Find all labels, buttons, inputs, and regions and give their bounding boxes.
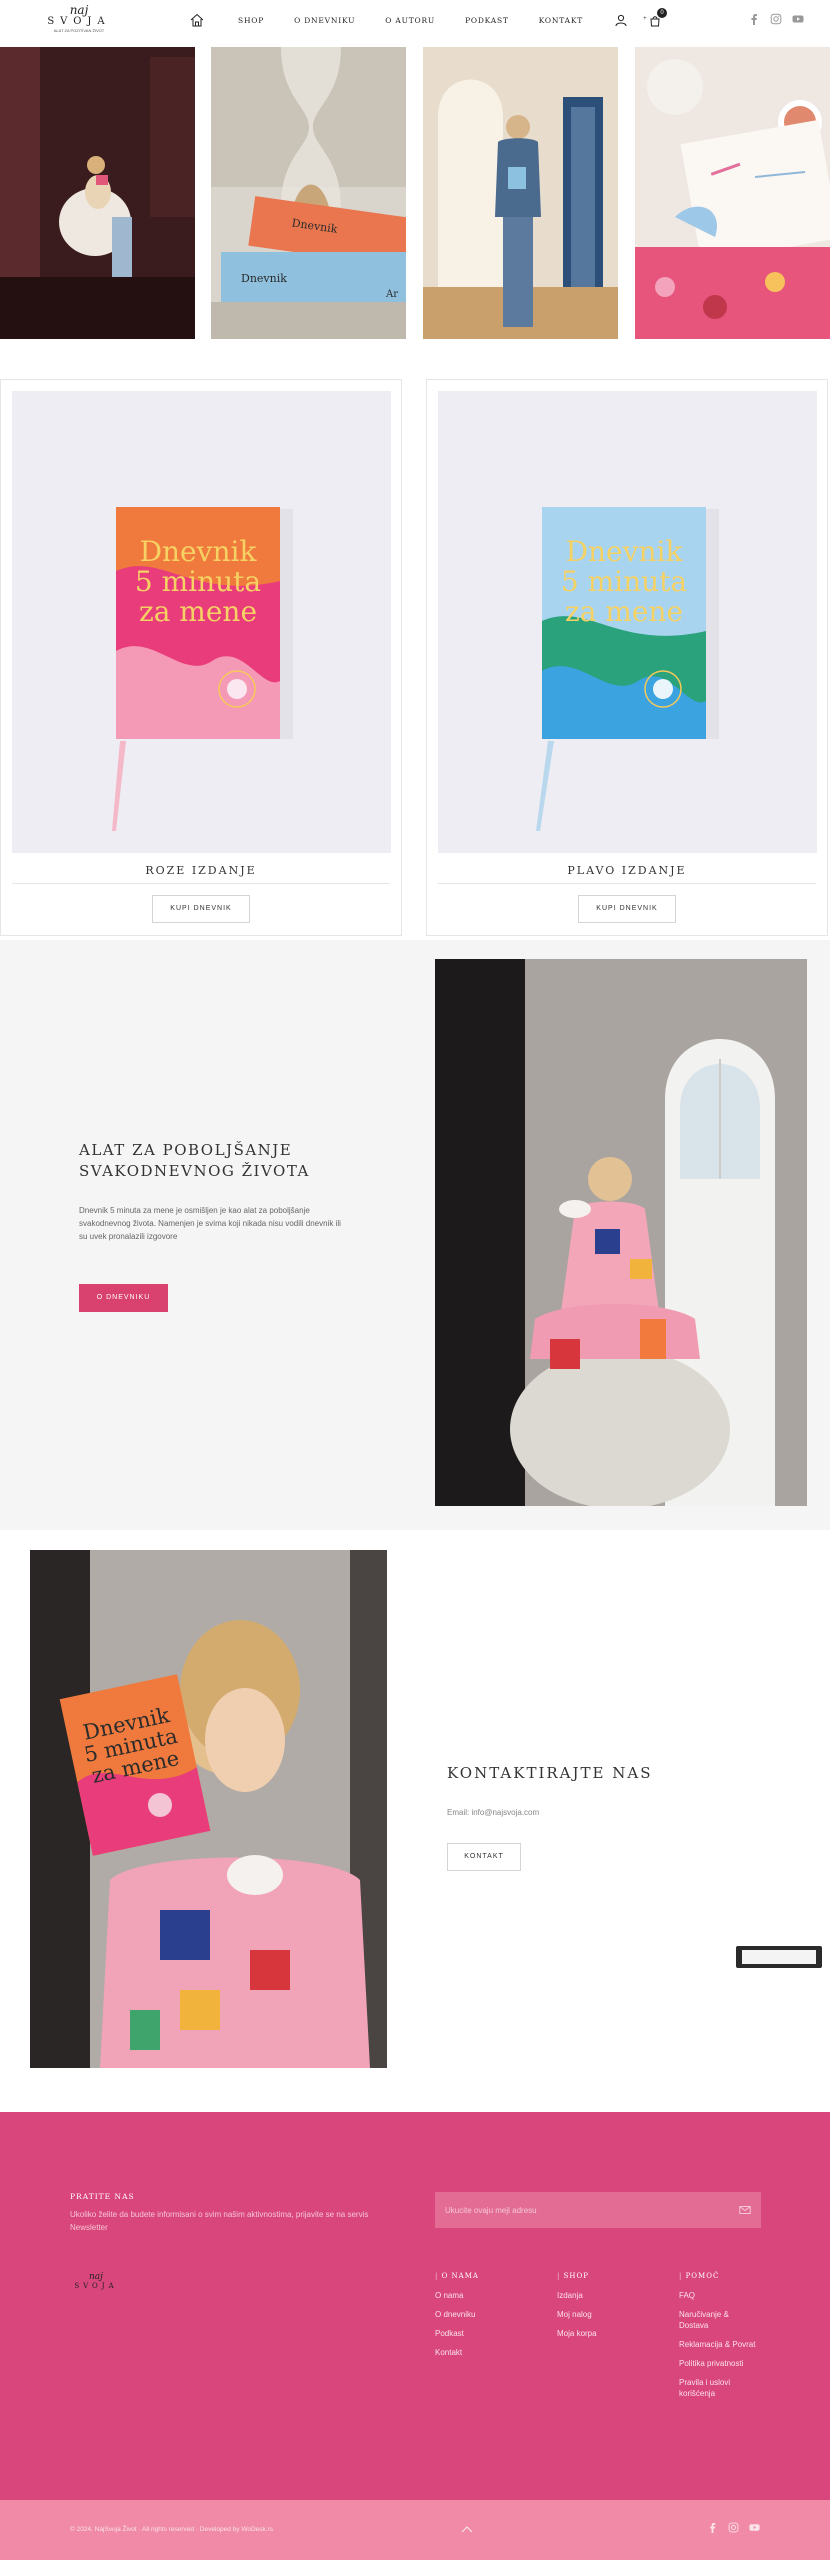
book-title-roze-3: za mene xyxy=(139,595,257,628)
footer-link-o-dnevniku[interactable]: O dnevniku xyxy=(435,2309,515,2320)
youtube-icon[interactable] xyxy=(792,13,804,25)
footer-link-izdanja[interactable]: Izdanja xyxy=(557,2290,637,2301)
strip-photo-1 xyxy=(0,47,195,339)
product-divider xyxy=(438,883,816,884)
kontakt-button[interactable]: KONTAKT xyxy=(447,1843,521,1871)
instagram-icon[interactable] xyxy=(770,13,782,25)
envelope-icon[interactable] xyxy=(739,2204,751,2216)
site-footer: PRATITE NAS Ukoliko želite da budete inf… xyxy=(0,2112,830,2500)
site-header: naj SVOJA ALAT ZA POZITIVAN ŽIVOT SHOP O… xyxy=(0,0,830,46)
footer-follow-description: Ukoliko želite da budete informisani o s… xyxy=(70,2210,369,2232)
chevron-up-icon[interactable] xyxy=(461,2524,473,2534)
buy-button-roze[interactable]: KUPI DNEVNIK xyxy=(152,895,250,923)
footer-link-kontakt[interactable]: Kontakt xyxy=(435,2347,515,2358)
product-card-roze: Dnevnik 5 minuta za mene ROZE IZDANJE KU… xyxy=(0,379,402,936)
buy-button-plavo[interactable]: KUPI DNEVNIK xyxy=(578,895,676,923)
preview-widget[interactable] xyxy=(736,1946,822,1968)
footer-link-reklamacija[interactable]: Reklamacija & Povrat xyxy=(679,2339,759,2350)
product-divider xyxy=(12,883,390,884)
footer-link-faq[interactable]: FAQ xyxy=(679,2290,759,2301)
preview-screen xyxy=(742,1950,816,1964)
main-nav: SHOP O DNEVNIKU O AUTORU PODKAST KONTAKT… xyxy=(190,0,668,40)
footer-link-politika[interactable]: Politika privatnosti xyxy=(679,2358,759,2369)
footer-link-moja-korpa[interactable]: Moja korpa xyxy=(557,2328,637,2339)
contact-email[interactable]: Email: info@najsvoja.com xyxy=(447,1808,539,1817)
nav-o-dnevniku[interactable]: O DNEVNIKU xyxy=(294,16,355,25)
contact-photo: Dnevnik 5 minuta za mene xyxy=(30,1550,387,2068)
strip-photo-3 xyxy=(423,47,618,339)
o-dnevniku-button[interactable]: O DNEVNIKU xyxy=(79,1284,168,1312)
youtube-icon[interactable] xyxy=(749,2522,760,2533)
home-icon[interactable] xyxy=(190,13,204,27)
feature-title: ALAT ZA POBOLJŠANJE SVAKODNEVNOG ŽIVOTA xyxy=(79,1141,310,1180)
strip-photo-4 xyxy=(635,47,830,339)
footer-link-o-nama[interactable]: O nama xyxy=(435,2290,515,2301)
footer-col-pomoc: POMOĆ FAQ Naručivanje & Dostava Reklamac… xyxy=(679,2272,759,2407)
facebook-icon[interactable] xyxy=(748,13,760,25)
strip-photo-2: Dnevnik Dnevnik Ar xyxy=(211,47,406,339)
contact-title: KONTAKTIRAJTE NAS xyxy=(447,1764,653,1782)
footer-col-title: SHOP xyxy=(557,2272,637,2280)
cart-count-badge: 0 xyxy=(657,8,668,18)
copyright-text: © 2024. NajSvoja Život · All rights rese… xyxy=(70,2526,274,2533)
footer-link-pravila[interactable]: Pravila i uslovi korišćenja xyxy=(679,2377,759,2399)
footer-bottom-bar: © 2024. NajSvoja Život · All rights rese… xyxy=(0,2500,830,2560)
book-title-plavo-2: 5 minuta xyxy=(561,565,687,598)
product-image-roze[interactable]: Dnevnik 5 minuta za mene xyxy=(12,391,391,853)
cart-button[interactable]: + 0 xyxy=(643,8,668,27)
feature-section: ALAT ZA POBOLJŠANJE SVAKODNEVNOG ŽIVOTA … xyxy=(0,940,830,1530)
feature-description: Dnevnik 5 minuta za mene je osmišljen je… xyxy=(79,1206,341,1241)
product-image-plavo[interactable]: Dnevnik 5 minuta za mene xyxy=(438,391,817,853)
footer-link-moj-nalog[interactable]: Moj nalog xyxy=(557,2309,637,2320)
book-title-roze-1: Dnevnik xyxy=(140,535,258,568)
site-logo[interactable]: naj SVOJA ALAT ZA POZITIVAN ŽIVOT xyxy=(44,4,114,42)
product-name-plavo[interactable]: PLAVO IZDANJE xyxy=(427,864,827,877)
footer-logo-line1: naj xyxy=(89,2272,103,2282)
footer-col-o-nama: O NAMA O nama O dnevniku Podkast Kontakt xyxy=(435,2272,515,2366)
footer-col-title: O NAMA xyxy=(435,2272,515,2280)
facebook-icon[interactable] xyxy=(707,2522,718,2533)
footer-logo-line2: SVOJA xyxy=(74,2282,118,2290)
product-card-plavo: Dnevnik 5 minuta za mene PLAVO IZDANJE K… xyxy=(426,379,828,936)
footer-follow-title: PRATITE NAS xyxy=(70,2192,135,2201)
footer-logo[interactable]: naj SVOJA xyxy=(70,2272,122,2291)
feature-photo xyxy=(435,959,807,1506)
user-icon[interactable] xyxy=(615,14,627,26)
book-title-plavo-3: za mene xyxy=(565,595,683,628)
footer-social xyxy=(707,2522,760,2533)
newsletter-form xyxy=(435,2192,761,2228)
header-social xyxy=(748,13,804,25)
cart-plus: + xyxy=(643,16,647,22)
nav-shop[interactable]: SHOP xyxy=(238,16,264,25)
footer-link-narucivanje[interactable]: Naručivanje & Dostava xyxy=(679,2309,759,2331)
logo-line1: naj xyxy=(69,3,89,17)
footer-col-title: POMOĆ xyxy=(679,2272,759,2280)
book-title-plavo-1: Dnevnik xyxy=(566,535,684,568)
nav-o-autoru[interactable]: O AUTORU xyxy=(385,16,435,25)
instagram-icon[interactable] xyxy=(728,2522,739,2533)
photo-strip: Dnevnik Dnevnik Ar xyxy=(0,47,830,339)
nav-kontakt[interactable]: KONTAKT xyxy=(539,16,583,25)
footer-col-shop: SHOP Izdanja Moj nalog Moja korpa xyxy=(557,2272,637,2347)
nav-podkast[interactable]: PODKAST xyxy=(465,16,509,25)
strip-book-text-3: Ar xyxy=(385,289,398,300)
book-title-roze-2: 5 minuta xyxy=(135,565,261,598)
strip-book-text-2: Dnevnik xyxy=(241,272,287,285)
product-name-roze[interactable]: ROZE IZDANJE xyxy=(1,864,401,877)
newsletter-email-input[interactable] xyxy=(435,2192,725,2228)
logo-line2: SVOJA xyxy=(47,16,111,27)
footer-link-podkast[interactable]: Podkast xyxy=(435,2328,515,2339)
logo-tagline: ALAT ZA POZITIVAN ŽIVOT xyxy=(53,28,105,33)
